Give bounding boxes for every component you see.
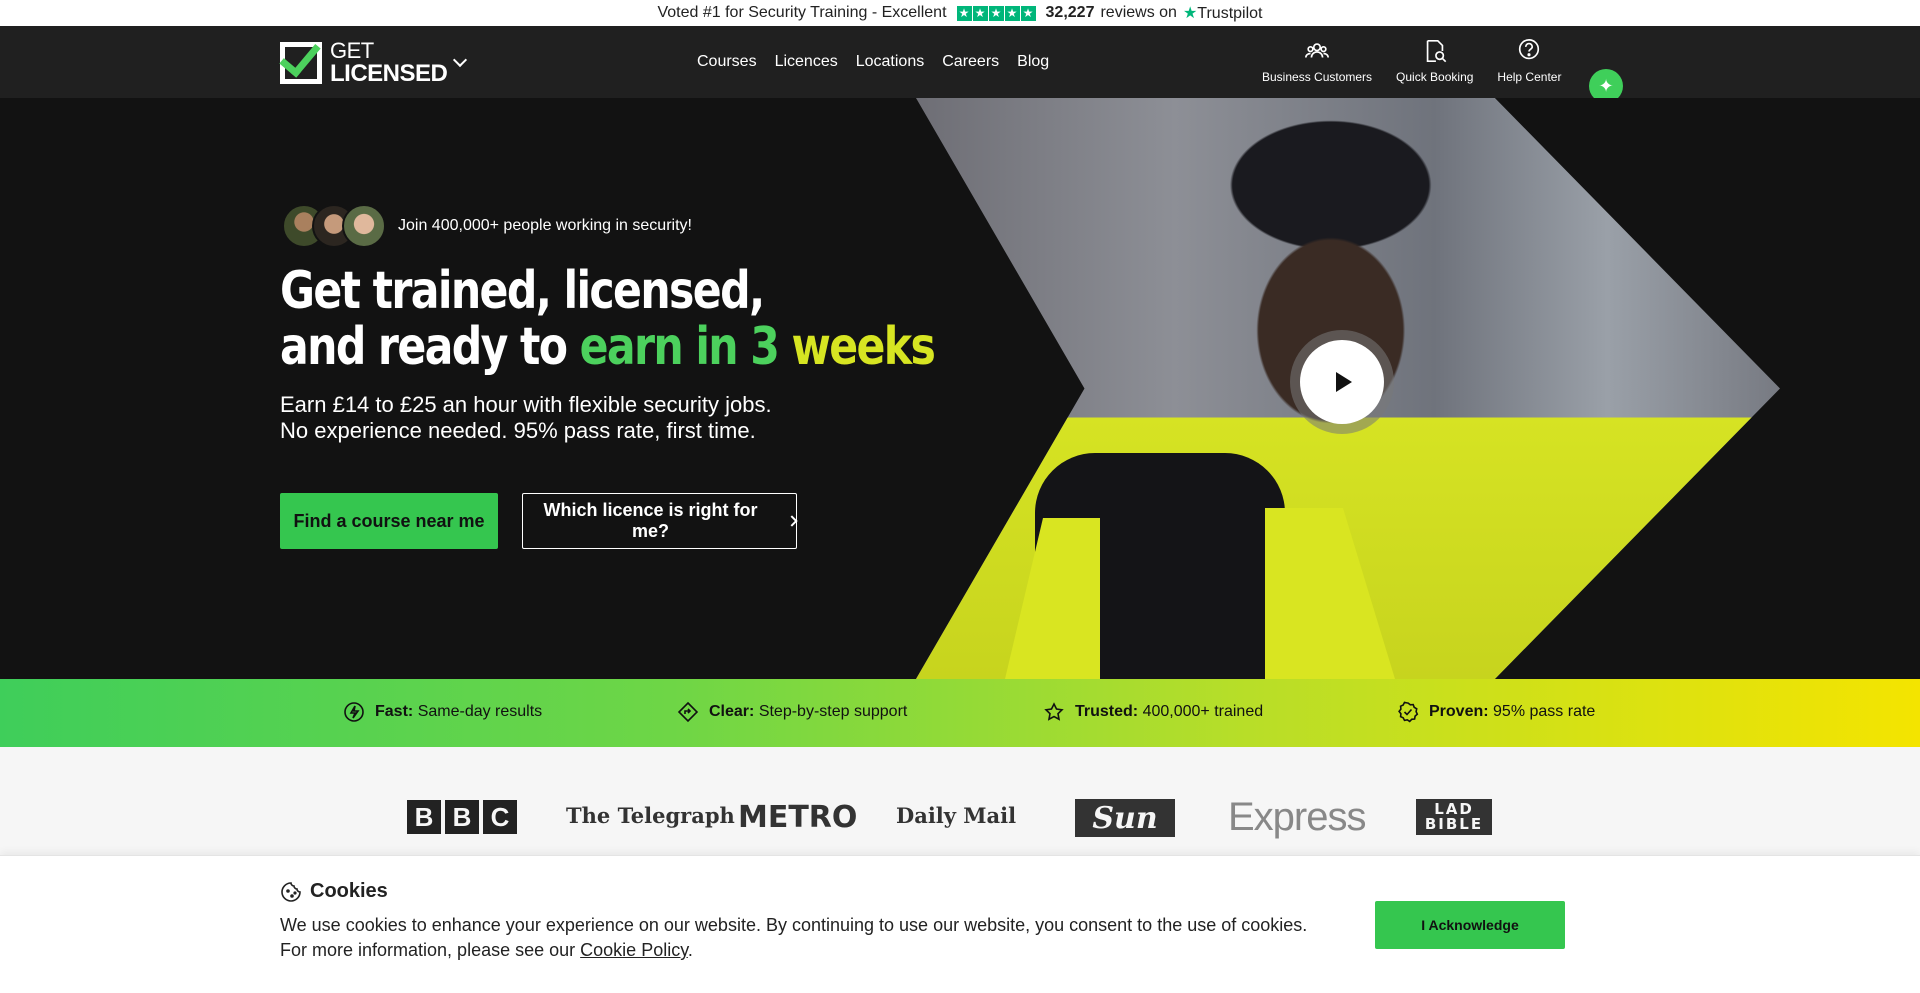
review-count: 32,227: [1045, 4, 1095, 21]
metro-logo: METRO: [738, 800, 858, 835]
social-proof: Join 400,000+ people working in security…: [282, 204, 692, 248]
acknowledge-cookies-button[interactable]: I Acknowledge: [1375, 901, 1565, 949]
star-icon: ★: [956, 5, 972, 21]
main-nav: Courses Licences Locations Careers Blog: [697, 26, 1049, 98]
press-logos: B B C The Telegraph METRO Daily Mail Sun…: [0, 747, 1920, 855]
nav-blog[interactable]: Blog: [1017, 53, 1049, 71]
trustpilot-link[interactable]: ★Trustpilot: [1183, 3, 1263, 23]
chevron-down-icon: [453, 52, 468, 68]
star-icon: ★: [1020, 5, 1036, 21]
help-circle-icon: [1519, 39, 1540, 60]
cookie-text: We use cookies to enhance your experienc…: [280, 913, 1307, 963]
rating-stars: ★ ★ ★ ★ ★: [956, 5, 1036, 21]
hero-title-yellow: weeks: [791, 317, 935, 377]
play-video-button[interactable]: [1290, 330, 1394, 434]
feature-trusted-text: 400,000+ trained: [1142, 703, 1264, 720]
header-actions: Business Customers Quick Booking Help Ce…: [1262, 38, 1561, 84]
document-search-icon: [1426, 39, 1447, 63]
feature-clear-text: Step-by-step support: [758, 703, 908, 720]
quick-booking-button[interactable]: Quick Booking: [1396, 38, 1473, 84]
nav-locations[interactable]: Locations: [856, 53, 925, 71]
feature-proven: Proven: 95% pass rate: [1397, 701, 1595, 723]
hero-title-line1: Get trained, licensed,: [280, 261, 765, 321]
logo-menu[interactable]: GET LICENSED: [279, 34, 468, 87]
logo-line2: LICENSED: [330, 60, 448, 87]
lightning-icon: [344, 702, 364, 722]
find-course-button[interactable]: Find a course near me: [280, 493, 498, 549]
hero-subtitle: Earn £14 to £25 an hour with flexible se…: [280, 392, 772, 444]
help-center-label: Help Center: [1497, 70, 1562, 84]
check-badge-icon: [1398, 701, 1419, 723]
feature-proven-label: Proven:: [1429, 703, 1489, 720]
cookie-policy-link[interactable]: Cookie Policy: [580, 940, 688, 960]
hero-title: Get trained, licensed, and ready to earn…: [280, 263, 952, 375]
cookie-text-suffix: .: [687, 940, 693, 960]
diamond-arrow-icon: [677, 701, 699, 723]
daily-mail-logo: Daily Mail: [896, 803, 1017, 828]
chevron-right-icon: [786, 515, 798, 527]
join-text: Join 400,000+ people working in security…: [398, 217, 692, 234]
star-icon: ★: [972, 5, 988, 21]
hero-title-green: earn in 3: [579, 317, 780, 377]
play-icon: [1336, 372, 1352, 392]
avatar-group: [282, 204, 386, 248]
star-icon: ★: [988, 5, 1004, 21]
cookie-banner: Cookies We use cookies to enhance your e…: [0, 855, 1920, 993]
features-strip: Fast: Same-day results Clear: Step-by-st…: [0, 679, 1920, 747]
nav-courses[interactable]: Courses: [697, 53, 757, 71]
feature-fast-label: Fast:: [375, 703, 414, 720]
trustpilot-label: Trustpilot: [1197, 5, 1263, 22]
star-icon: ★: [1004, 5, 1020, 21]
sparkle-icon: ✦: [1598, 75, 1614, 96]
feature-clear-label: Clear:: [709, 703, 755, 720]
feature-fast: Fast: Same-day results: [343, 701, 542, 723]
bbc-letter: B: [445, 800, 479, 834]
star-badge-icon: [1044, 702, 1064, 721]
feature-fast-text: Same-day results: [417, 703, 543, 720]
hero-subtitle-line1: Earn £14 to £25 an hour with flexible se…: [280, 392, 772, 417]
people-icon: [1305, 43, 1329, 58]
logo-check-icon: [279, 34, 322, 84]
hero-subtitle-line2: No experience needed. 95% pass rate, fir…: [280, 418, 756, 443]
quick-booking-label: Quick Booking: [1396, 70, 1474, 84]
avatar: [342, 204, 386, 248]
nav-careers[interactable]: Careers: [942, 53, 999, 71]
feature-proven-text: 95% pass rate: [1493, 703, 1596, 720]
which-licence-button[interactable]: Which licence is right for me?: [522, 493, 798, 549]
cookie-icon: [281, 881, 301, 902]
cookie-text-line2: For more information, please see our Coo…: [280, 938, 1307, 963]
business-customers-button[interactable]: Business Customers: [1262, 38, 1372, 84]
bbc-letter: B: [407, 800, 441, 834]
logo-line1: GET: [330, 38, 374, 63]
feature-clear: Clear: Step-by-step support: [677, 701, 907, 723]
site-header: GET LICENSED Courses Licences Locations …: [0, 26, 1920, 103]
play-button-inner: [1300, 340, 1384, 424]
cookie-title-text: Cookies: [310, 880, 388, 902]
which-licence-label: Which licence is right for me?: [543, 500, 758, 541]
ladbible-logo: LAD BIBLE: [1416, 799, 1492, 835]
logo-wordmark: GET LICENSED: [330, 38, 448, 87]
reviews-on-text: reviews on: [1100, 4, 1177, 21]
help-center-button[interactable]: Help Center: [1497, 38, 1561, 84]
bbc-letter: C: [483, 800, 517, 834]
hero-section: Join 400,000+ people working in security…: [0, 98, 1920, 679]
cookie-text-prefix: For more information, please see our: [280, 940, 576, 960]
trustpilot-star-icon: ★: [1182, 5, 1198, 22]
the-sun-logo: Sun: [1075, 799, 1175, 837]
nav-licences[interactable]: Licences: [775, 53, 838, 71]
feature-trusted: Trusted: 400,000+ trained: [1043, 701, 1263, 723]
express-logo: Express: [1228, 795, 1366, 839]
business-customers-label: Business Customers: [1262, 70, 1373, 84]
bbc-logo: B B C: [407, 800, 517, 834]
telegraph-logo: The Telegraph: [566, 803, 735, 828]
voted-text: Voted #1 for Security Training - Excelle…: [657, 4, 947, 21]
cookie-text-line1: We use cookies to enhance your experienc…: [280, 915, 1308, 935]
ladbible-line2: BIBLE: [1424, 815, 1484, 833]
trustpilot-banner: Voted #1 for Security Training - Excelle…: [0, 0, 1920, 26]
feature-trusted-label: Trusted:: [1075, 703, 1139, 720]
cookie-title: Cookies: [280, 880, 388, 903]
hero-title-line2-prefix: and ready to: [280, 317, 568, 377]
